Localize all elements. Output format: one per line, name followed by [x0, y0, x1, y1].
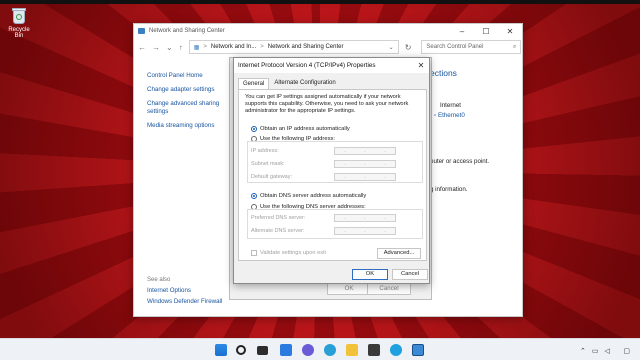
radio-selected-icon	[251, 126, 257, 132]
troubleshoot-text: g information.	[430, 186, 468, 193]
obtain-ip-auto-label: Obtain an IP address automatically	[260, 126, 350, 132]
alternate-dns-input: ...	[334, 227, 396, 235]
subnet-mask-input: ...	[334, 160, 396, 168]
network-window-icon	[138, 28, 145, 34]
top-edge	[0, 0, 640, 4]
dialog-tabs: General Alternate Configuration	[234, 73, 429, 89]
skype-icon[interactable]	[390, 344, 402, 356]
ip-settings-description: You can get IP settings assigned automat…	[245, 94, 409, 114]
ip-address-input: ...	[334, 147, 396, 155]
change-adapter-settings-link[interactable]: Change adapter settings	[147, 86, 227, 94]
ok-button[interactable]: OK	[352, 269, 388, 280]
recycle-bin-shortcut[interactable]: Recycle Bin	[4, 6, 34, 39]
internet-options-link[interactable]: Internet Options	[147, 287, 237, 294]
breadcrumb-sharing-center[interactable]: Network and Sharing Center	[268, 44, 344, 50]
notifications-icon[interactable]: ▢	[623, 347, 630, 355]
edge-icon[interactable]	[324, 344, 336, 356]
file-explorer-icon[interactable]	[346, 344, 358, 356]
default-gateway-input: ...	[334, 173, 396, 181]
checkbox-icon	[251, 250, 257, 256]
validate-settings-checkbox[interactable]: Validate settings upon exit	[251, 250, 326, 256]
dialog-close-icon[interactable]: ✕	[413, 61, 429, 70]
task-view-icon[interactable]	[257, 346, 268, 355]
address-dropdown-icon[interactable]: ⌄	[389, 44, 394, 51]
ethernet-label: Ethernet0	[437, 112, 465, 119]
system-tray: ⌃ ▭ ◁ ▢	[580, 345, 630, 357]
dialog-title: Internet Protocol Version 4 (TCP/IPv4) P…	[238, 62, 376, 69]
preferred-dns-input: ...	[334, 214, 396, 222]
ethernet-connection-link[interactable]: ▫ Ethernet0	[434, 112, 465, 119]
search-icon: ⌕	[513, 43, 517, 50]
ethernet-icon: ▫	[434, 112, 437, 119]
taskbar: ⌃ ▭ ◁ ▢	[0, 338, 640, 360]
obtain-ip-auto-radio[interactable]: Obtain an IP address automatically	[251, 126, 350, 132]
obtain-dns-auto-label: Obtain DNS server address automatically	[260, 193, 367, 199]
control-panel-icon[interactable]	[412, 344, 424, 356]
subnet-mask-label: Subnet mask:	[251, 161, 285, 167]
left-nav-pane: Control Panel Home Change adapter settin…	[147, 72, 227, 136]
control-panel-home-link[interactable]: Control Panel Home	[147, 72, 227, 80]
see-also-section: See also Internet Options Windows Defend…	[147, 277, 237, 309]
network-icon[interactable]: ▭	[592, 347, 599, 355]
obtain-dns-auto-radio[interactable]: Obtain DNS server address automatically	[251, 193, 366, 199]
breadcrumb-separator: >	[203, 44, 207, 50]
recycle-bin-icon	[11, 6, 27, 24]
breadcrumb-separator: >	[260, 44, 264, 50]
control-panel-icon: ▦	[193, 44, 200, 51]
dialog-titlebar: Internet Protocol Version 4 (TCP/IPv4) P…	[234, 58, 429, 73]
recent-dropdown-icon[interactable]: ⌄	[166, 43, 173, 52]
access-type-value: Internet	[440, 102, 461, 109]
validate-settings-label: Validate settings upon exit	[260, 250, 326, 256]
address-toolbar: ← → ⌄ ↑ ▦ > Network and In... > Network …	[134, 38, 522, 56]
widgets-icon[interactable]	[280, 344, 292, 356]
change-advanced-sharing-link[interactable]: Change advanced sharing settings	[147, 100, 227, 116]
advanced-button[interactable]: Advanced...	[377, 248, 421, 259]
window-title: Network and Sharing Center	[149, 28, 225, 34]
windows-start-icon[interactable]	[215, 344, 227, 356]
general-tab-panel: You can get IP settings assigned automat…	[238, 89, 427, 261]
breadcrumb-network-internet[interactable]: Network and In...	[211, 44, 256, 50]
volume-icon[interactable]: ◁	[604, 347, 609, 355]
back-arrow-icon[interactable]: ←	[138, 43, 146, 52]
up-arrow-icon[interactable]: ↑	[179, 43, 183, 52]
default-gateway-label: Default gateway:	[251, 174, 292, 180]
maximize-icon[interactable]: ☐	[474, 27, 498, 36]
media-streaming-options-link[interactable]: Media streaming options	[147, 122, 227, 130]
search-icon[interactable]	[236, 345, 246, 355]
address-bar[interactable]: ▦ > Network and In... > Network and Shar…	[188, 40, 399, 54]
store-icon[interactable]	[368, 344, 380, 356]
chevron-up-icon[interactable]: ⌃	[580, 347, 586, 355]
minimize-icon[interactable]: –	[450, 27, 474, 36]
forward-arrow-icon[interactable]: →	[152, 43, 160, 52]
search-input[interactable]: Search Control Panel ⌕	[421, 40, 522, 54]
tab-alternate-configuration[interactable]: Alternate Configuration	[269, 77, 340, 89]
see-also-label: See also	[147, 277, 171, 283]
clock[interactable]	[616, 345, 618, 357]
windows-firewall-link[interactable]: Windows Defender Firewall	[147, 298, 237, 305]
setup-router-text: outer or access point.	[430, 158, 490, 165]
window-titlebar: Network and Sharing Center – ☐ ✕	[134, 24, 522, 38]
connections-heading: ections	[430, 68, 457, 78]
radio-selected-icon	[251, 193, 257, 199]
close-icon[interactable]: ✕	[498, 27, 522, 36]
alternate-dns-label: Alternate DNS server:	[251, 228, 305, 234]
refresh-icon[interactable]: ↻	[405, 43, 412, 52]
search-placeholder: Search Control Panel	[426, 44, 484, 50]
ipv4-properties-dialog: Internet Protocol Version 4 (TCP/IPv4) P…	[233, 57, 430, 284]
recycle-bin-label: Recycle Bin	[8, 27, 30, 39]
cancel-button[interactable]: Cancel	[392, 269, 428, 280]
ip-address-label: IP address:	[251, 148, 279, 154]
tab-general[interactable]: General	[238, 78, 270, 89]
preferred-dns-label: Preferred DNS server:	[251, 215, 306, 221]
chat-icon[interactable]	[302, 344, 314, 356]
